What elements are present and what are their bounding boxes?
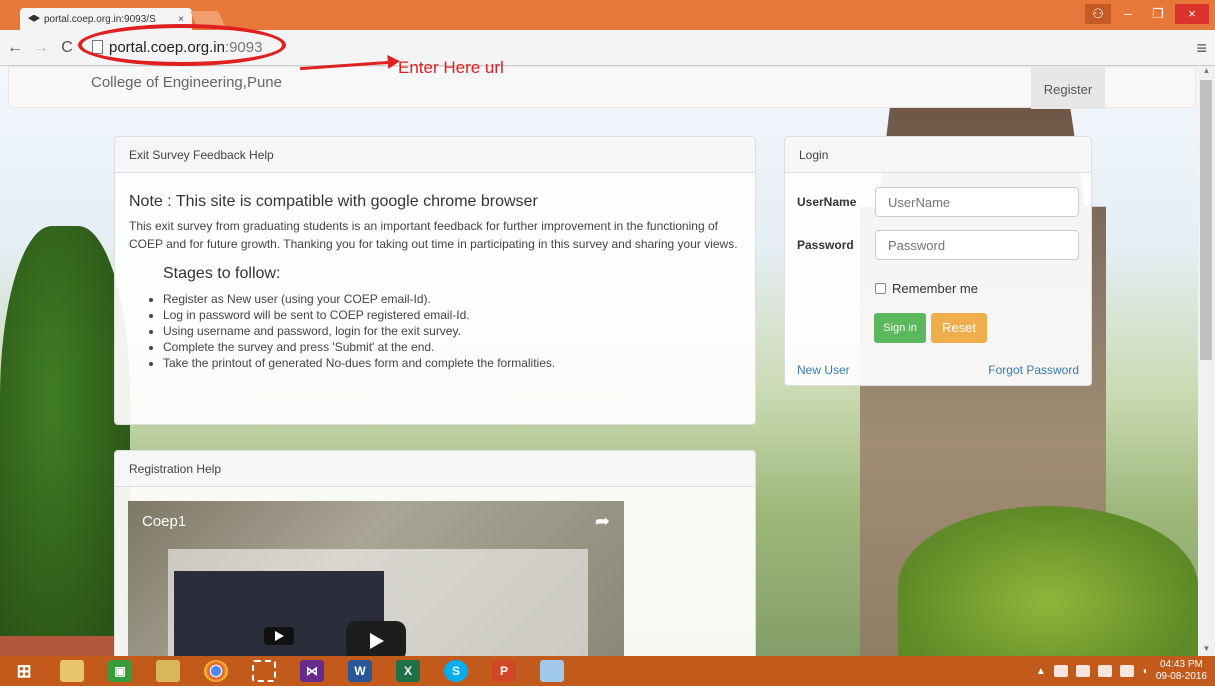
- panel-heading: Exit Survey Feedback Help: [115, 137, 755, 173]
- excel-icon: X: [396, 660, 420, 682]
- close-window-button[interactable]: ×: [1175, 4, 1209, 24]
- taskbar-store[interactable]: ▣: [96, 656, 144, 686]
- taskbar-snipping-tool[interactable]: [240, 656, 288, 686]
- back-button[interactable]: ←: [4, 39, 26, 57]
- taskbar-visual-studio[interactable]: ⋈: [288, 656, 336, 686]
- list-item: Complete the survey and press 'Submit' a…: [163, 339, 741, 355]
- panel-body: Note : This site is compatible with goog…: [115, 173, 755, 381]
- sign-in-button[interactable]: Sign in: [874, 313, 926, 343]
- list-item: Using username and password, login for t…: [163, 323, 741, 339]
- new-user-link[interactable]: New User: [797, 363, 850, 377]
- user-icon[interactable]: ⚇: [1085, 4, 1111, 24]
- skype-icon: S: [444, 660, 468, 682]
- small-play-icon: [264, 627, 294, 645]
- folder-icon: [156, 660, 180, 682]
- background-foliage: [898, 506, 1198, 656]
- login-panel: Login UserName Password Remember me Sign…: [784, 136, 1092, 386]
- forward-button[interactable]: →: [30, 39, 52, 57]
- file-explorer-icon: [60, 660, 84, 682]
- page-viewport: College of Engineering,Pune Register Exi…: [0, 66, 1198, 656]
- windows-icon: ⊞: [16, 660, 32, 681]
- list-item: Log in password will be sent to COEP reg…: [163, 307, 741, 323]
- taskbar-chrome[interactable]: [192, 656, 240, 686]
- windows-taskbar: ⊞ ▣ ⋈ W X S P ▲ ◖ 04:43 PM 09-08-2016: [0, 656, 1215, 686]
- menu-icon[interactable]: ≡: [1196, 38, 1207, 59]
- url-highlight-circle: [78, 24, 286, 66]
- system-tray: ▲ ◖ 04:43 PM 09-08-2016: [1036, 656, 1207, 686]
- visual-studio-icon: ⋈: [300, 660, 324, 682]
- taskbar-file-explorer[interactable]: [48, 656, 96, 686]
- start-button[interactable]: ⊞: [0, 656, 48, 686]
- tab-close-icon[interactable]: ×: [178, 14, 184, 25]
- password-input[interactable]: [875, 230, 1079, 260]
- compatibility-note: Note : This site is compatible with goog…: [129, 193, 538, 210]
- powerpoint-icon: P: [492, 660, 516, 682]
- list-item: Register as New user (using your COEP em…: [163, 291, 741, 307]
- clock-date: 09-08-2016: [1155, 671, 1207, 682]
- word-icon: W: [348, 660, 372, 682]
- registration-help-panel: Registration Help Coep1 ➦: [114, 450, 756, 656]
- steps-list: Register as New user (using your COEP em…: [163, 291, 741, 371]
- taskbar-skype[interactable]: S: [432, 656, 480, 686]
- password-label: Password: [797, 238, 854, 252]
- minimize-button[interactable]: ‒: [1115, 4, 1141, 24]
- panel-heading: Login: [785, 137, 1091, 173]
- background-trees: [0, 226, 130, 656]
- tab-title: portal.coep.org.in:9093/S: [44, 13, 156, 25]
- password-row: Password: [797, 230, 1079, 260]
- remember-me-label: Remember me: [892, 281, 978, 296]
- annotation-text: Enter Here url: [398, 58, 504, 77]
- panel-heading: Registration Help: [115, 451, 755, 487]
- video-player[interactable]: Coep1 ➦: [128, 501, 624, 656]
- login-links: New User Forgot Password: [797, 363, 1079, 377]
- play-button[interactable]: [346, 621, 406, 656]
- site-navbar: College of Engineering,Pune Register: [8, 66, 1196, 109]
- remember-me-row[interactable]: Remember me: [875, 281, 978, 296]
- paint-icon: [540, 660, 564, 682]
- maximize-button[interactable]: ❐: [1145, 4, 1171, 24]
- survey-description: This exit survey from graduating student…: [129, 219, 738, 251]
- reset-button[interactable]: Reset: [931, 313, 987, 343]
- background-roof: [0, 636, 120, 656]
- signal-icon[interactable]: [1097, 665, 1112, 677]
- taskbar-paint[interactable]: [528, 656, 576, 686]
- system-clock[interactable]: 04:43 PM 09-08-2016: [1156, 659, 1207, 683]
- chrome-icon: [204, 660, 228, 682]
- register-link[interactable]: Register: [1031, 67, 1105, 109]
- store-icon: ▣: [108, 660, 132, 682]
- taskbar-powerpoint[interactable]: P: [480, 656, 528, 686]
- username-row: UserName: [797, 187, 1079, 217]
- snipping-tool-icon: [252, 660, 276, 682]
- taskbar-excel[interactable]: X: [384, 656, 432, 686]
- scroll-down-icon[interactable]: ▼: [1198, 644, 1215, 656]
- show-hidden-icons-icon[interactable]: ▲: [1036, 666, 1046, 677]
- page-scrollbar[interactable]: ▲ ▼: [1198, 66, 1215, 656]
- app-tray-icon[interactable]: [1053, 665, 1068, 677]
- graduation-cap-icon: [28, 14, 40, 22]
- network-tray-icon[interactable]: [1075, 665, 1090, 677]
- reload-button[interactable]: C: [56, 39, 78, 57]
- list-item: Take the printout of generated No-dues f…: [163, 355, 741, 371]
- clock-time: 04:43 PM: [1160, 659, 1203, 670]
- stages-title: Stages to follow:: [163, 265, 281, 282]
- scroll-up-icon[interactable]: ▲: [1198, 66, 1215, 78]
- forgot-password-link[interactable]: Forgot Password: [988, 363, 1079, 377]
- taskbar-word[interactable]: W: [336, 656, 384, 686]
- exit-survey-help-panel: Exit Survey Feedback Help Note : This si…: [114, 136, 756, 425]
- battery-icon[interactable]: [1119, 665, 1134, 677]
- username-label: UserName: [797, 195, 857, 209]
- username-input[interactable]: [875, 187, 1079, 217]
- site-brand[interactable]: College of Engineering,Pune: [91, 74, 282, 91]
- scrollbar-thumb[interactable]: [1200, 80, 1212, 360]
- window-controls: ⚇ ‒ ❐ ×: [1085, 4, 1209, 24]
- video-title[interactable]: Coep1: [142, 513, 186, 530]
- share-icon[interactable]: ➦: [595, 511, 610, 532]
- volume-icon[interactable]: ◖: [1142, 666, 1148, 677]
- taskbar-folder[interactable]: [144, 656, 192, 686]
- remember-me-checkbox[interactable]: [875, 283, 886, 294]
